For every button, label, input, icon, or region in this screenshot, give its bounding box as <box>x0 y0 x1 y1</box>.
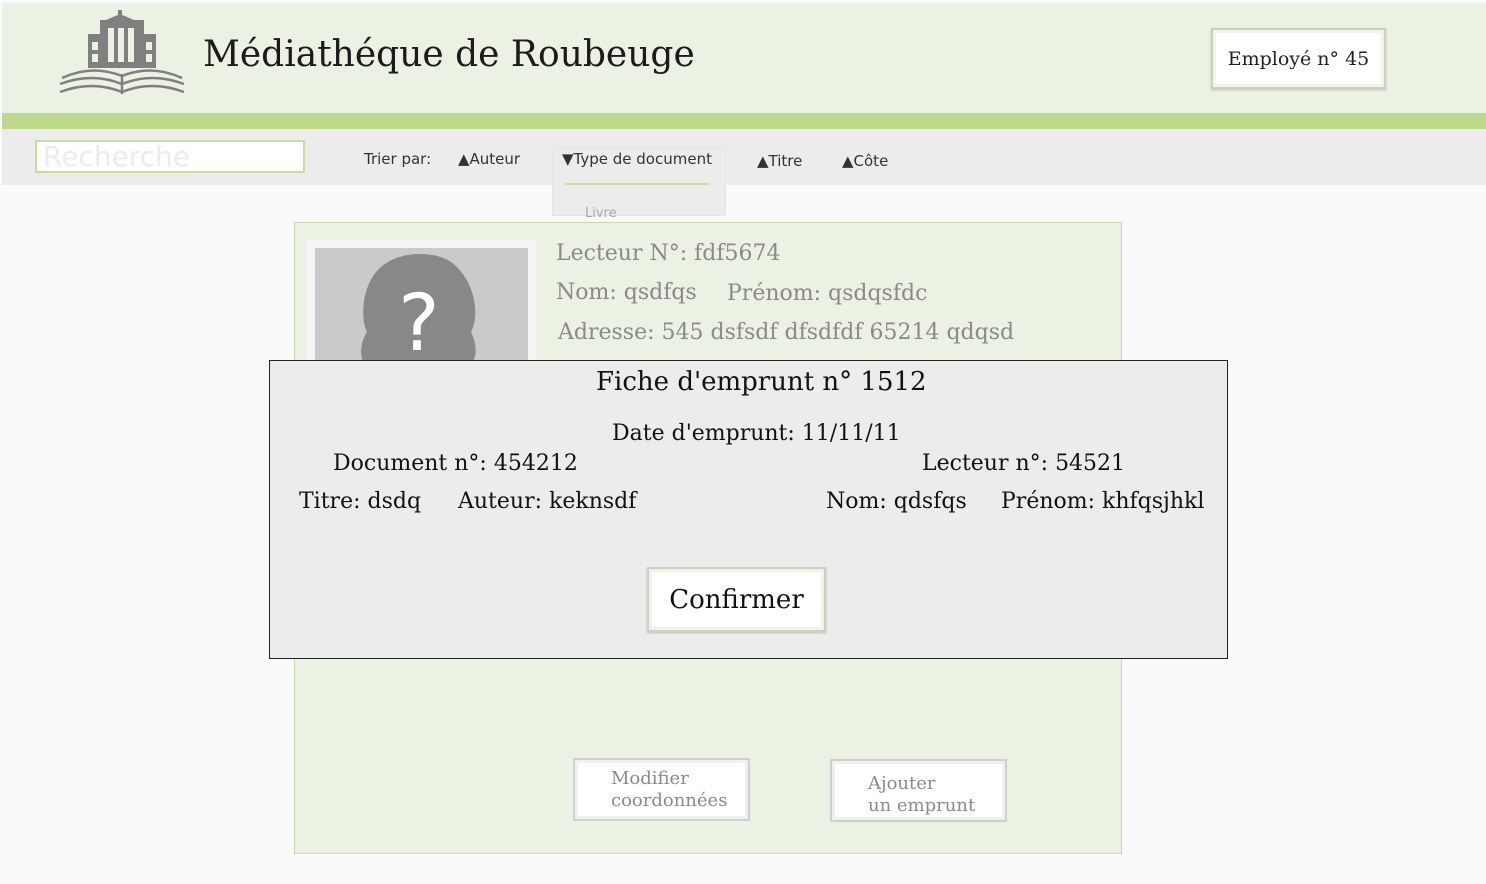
sort-label: Trier par: <box>364 150 432 168</box>
sort-type-button[interactable]: ▼Type de document <box>562 150 712 168</box>
confirm-button[interactable]: Confirmer <box>647 567 826 632</box>
reader-prenom: Prénom: qsdqsfdc <box>727 281 928 306</box>
modal-title: Fiche d'emprunt n° 1512 <box>596 367 927 397</box>
search-input[interactable]: Recherche <box>35 140 305 173</box>
photo-placeholder-text: ? <box>398 279 439 365</box>
lecteur-nom: Nom: qdsfqs <box>826 489 967 514</box>
sort-cote-button[interactable]: ▲Côte <box>842 152 888 170</box>
app-title: Médiathéque de Roubeuge <box>203 34 695 75</box>
avatar: ? <box>315 248 528 365</box>
modify-coordinates-button[interactable]: Modifier coordonnées <box>573 758 750 821</box>
modify-label-line1: Modifier <box>611 768 689 789</box>
add-loan-label-line2: un emprunt <box>868 795 976 816</box>
add-loan-label-line1: Ajouter <box>868 773 936 794</box>
dropdown-option-livre[interactable]: Livre <box>585 206 617 221</box>
reader-adresse: Adresse: 545 dsfsdf dfsdfdf 65214 qdqsd <box>558 320 1015 345</box>
library-logo-icon <box>59 10 185 94</box>
modify-label-line2: coordonnées <box>611 790 728 811</box>
document-titre: Titre: dsdq <box>299 489 422 514</box>
employee-button[interactable]: Employé n° 45 <box>1211 28 1386 89</box>
reader-number: Lecteur N°: fdf5674 <box>556 241 781 266</box>
document-number: Document n°: 454212 <box>333 451 578 476</box>
unknown-person-icon: ? <box>361 253 476 365</box>
reader-nom: Nom: qsdfqs <box>556 280 697 305</box>
lecteur-prenom: Prénom: khfqsjhkl <box>1001 489 1205 514</box>
lecteur-number: Lecteur n°: 54521 <box>922 451 1126 476</box>
sort-auteur-button[interactable]: ▲Auteur <box>458 150 520 168</box>
sort-type-underline <box>565 183 709 185</box>
loan-date: Date d'emprunt: 11/11/11 <box>612 421 901 446</box>
add-loan-button[interactable]: Ajouter un emprunt <box>830 759 1007 822</box>
header-accent-bar <box>2 113 1486 129</box>
sort-titre-button[interactable]: ▲Titre <box>757 152 802 170</box>
document-auteur: Auteur: keknsdf <box>458 489 637 514</box>
